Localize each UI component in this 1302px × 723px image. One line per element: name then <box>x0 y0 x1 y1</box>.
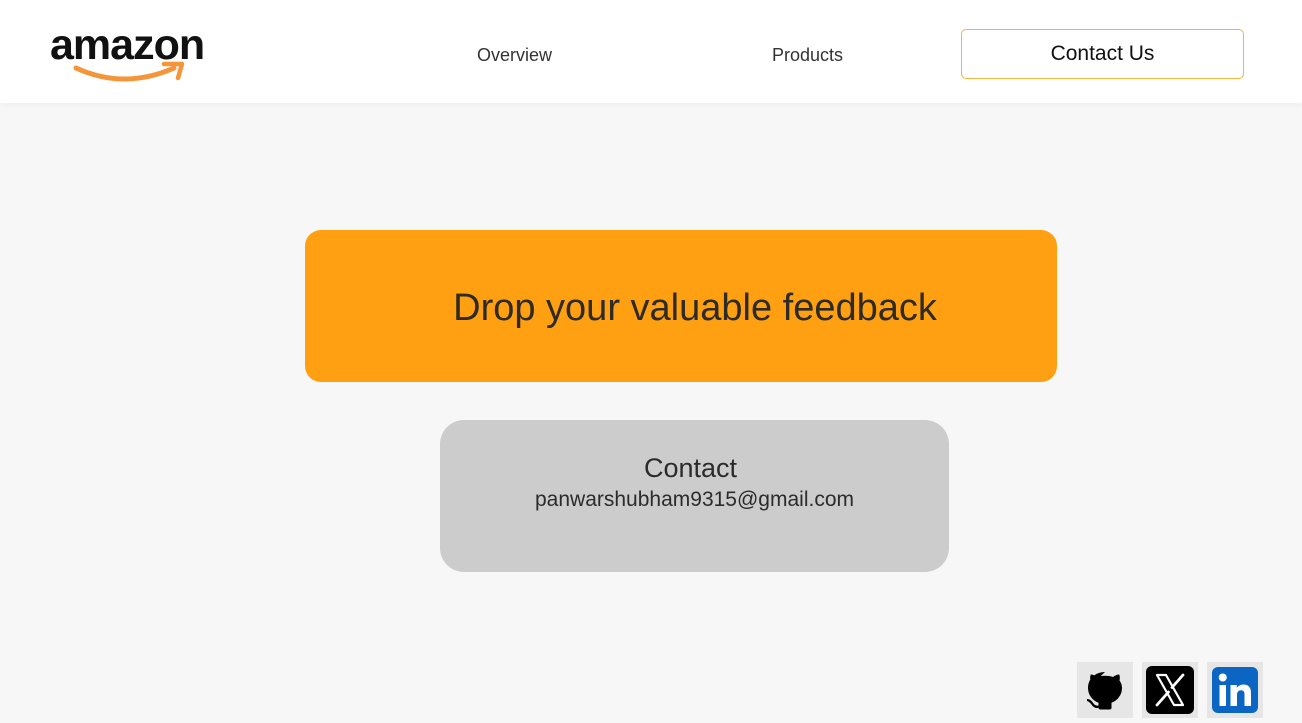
x-icon <box>1146 666 1194 714</box>
x-link[interactable] <box>1142 662 1198 718</box>
navbar: amazon Overview Products Contact Us <box>0 0 1302 103</box>
feedback-banner: Drop your valuable feedback <box>305 230 1057 382</box>
nav-overview-link[interactable]: Overview <box>477 44 552 66</box>
feedback-heading: Drop your valuable feedback <box>453 286 937 329</box>
contact-us-button[interactable]: Contact Us <box>961 29 1244 79</box>
linkedin-icon <box>1212 667 1258 713</box>
contact-title: Contact <box>643 453 738 483</box>
github-icon <box>1087 672 1122 710</box>
nav-products-link[interactable]: Products <box>772 44 843 66</box>
contact-card: Contact panwarshubham9315@gmail.com <box>440 420 949 572</box>
amazon-logo[interactable]: amazon <box>48 22 223 84</box>
linkedin-link[interactable] <box>1207 662 1263 718</box>
github-link[interactable] <box>1077 662 1133 718</box>
logo-smile-arrow <box>73 61 185 82</box>
contact-email[interactable]: panwarshubham9315@gmail.com <box>440 487 949 513</box>
